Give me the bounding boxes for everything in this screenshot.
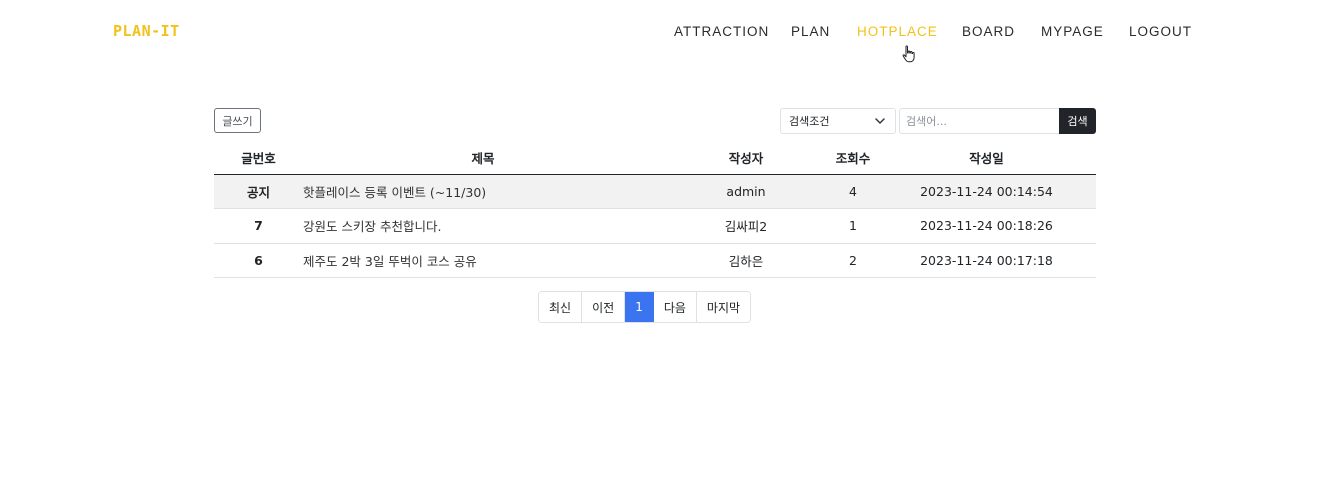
nav-mypage[interactable]: MYPAGE [1041, 24, 1104, 39]
row-title-link[interactable]: 강원도 스키장 추천합니다. [303, 208, 663, 244]
nav-board[interactable]: BOARD [962, 24, 1015, 39]
chevron-down-icon [875, 118, 885, 124]
row-author: admin [663, 174, 829, 209]
page-next-button[interactable]: 다음 [653, 292, 697, 322]
row-date: 2023-11-24 00:14:54 [877, 174, 1096, 209]
row-author: 김싸피2 [663, 208, 829, 244]
board-table: 글번호 제목 작성자 조회수 작성일 공지 핫플레이스 등록 이벤트 (~11/… [214, 142, 1096, 278]
row-title-link[interactable]: 제주도 2박 3일 뚜벅이 코스 공유 [303, 243, 663, 278]
header-date: 작성일 [877, 142, 1096, 175]
row-views: 4 [829, 174, 877, 209]
page-prev-button[interactable]: 이전 [582, 292, 626, 322]
row-no: 7 [214, 208, 303, 244]
pagination: 최신 이전 1 다음 마지막 [538, 291, 752, 323]
row-views: 1 [829, 208, 877, 244]
search-condition-value: 검색조건 [789, 115, 830, 128]
search-button[interactable]: 검색 [1059, 108, 1096, 134]
nav-plan[interactable]: PLAN [791, 24, 830, 39]
search-condition-select[interactable]: 검색조건 [780, 108, 896, 134]
search-input[interactable] [899, 108, 1061, 134]
write-button[interactable]: 글쓰기 [214, 108, 261, 133]
row-date: 2023-11-24 00:17:18 [877, 243, 1096, 278]
row-no: 6 [214, 243, 303, 278]
header-author: 작성자 [663, 142, 829, 175]
header-no: 글번호 [214, 142, 303, 175]
nav-attraction[interactable]: ATTRACTION [674, 24, 769, 39]
page-first-button[interactable]: 최신 [539, 292, 583, 322]
main-nav: ATTRACTION PLAN HOTPLACE BOARD MYPAGE LO… [0, 24, 1337, 42]
row-views: 2 [829, 243, 877, 278]
hand-pointer-icon [902, 45, 915, 63]
page-current-button[interactable]: 1 [625, 292, 654, 322]
row-title-link[interactable]: 핫플레이스 등록 이벤트 (~11/30) [303, 174, 663, 209]
page-last-button[interactable]: 마지막 [696, 292, 751, 322]
nav-logout[interactable]: LOGOUT [1129, 24, 1192, 39]
page: PLAN-IT ATTRACTION PLAN HOTPLACE BOARD M… [0, 0, 1337, 489]
table-row[interactable]: 6 제주도 2박 3일 뚜벅이 코스 공유 김하은 2 2023-11-24 0… [214, 243, 1096, 278]
table-row[interactable]: 7 강원도 스키장 추천합니다. 김싸피2 1 2023-11-24 00:18… [214, 208, 1096, 244]
row-no: 공지 [214, 174, 303, 209]
table-header-row: 글번호 제목 작성자 조회수 작성일 [214, 142, 1096, 175]
header-views: 조회수 [829, 142, 877, 175]
table-row[interactable]: 공지 핫플레이스 등록 이벤트 (~11/30) admin 4 2023-11… [214, 174, 1096, 209]
row-author: 김하은 [663, 243, 829, 278]
header-title: 제목 [303, 142, 663, 175]
row-date: 2023-11-24 00:18:26 [877, 208, 1096, 244]
nav-hotplace[interactable]: HOTPLACE [857, 24, 938, 39]
